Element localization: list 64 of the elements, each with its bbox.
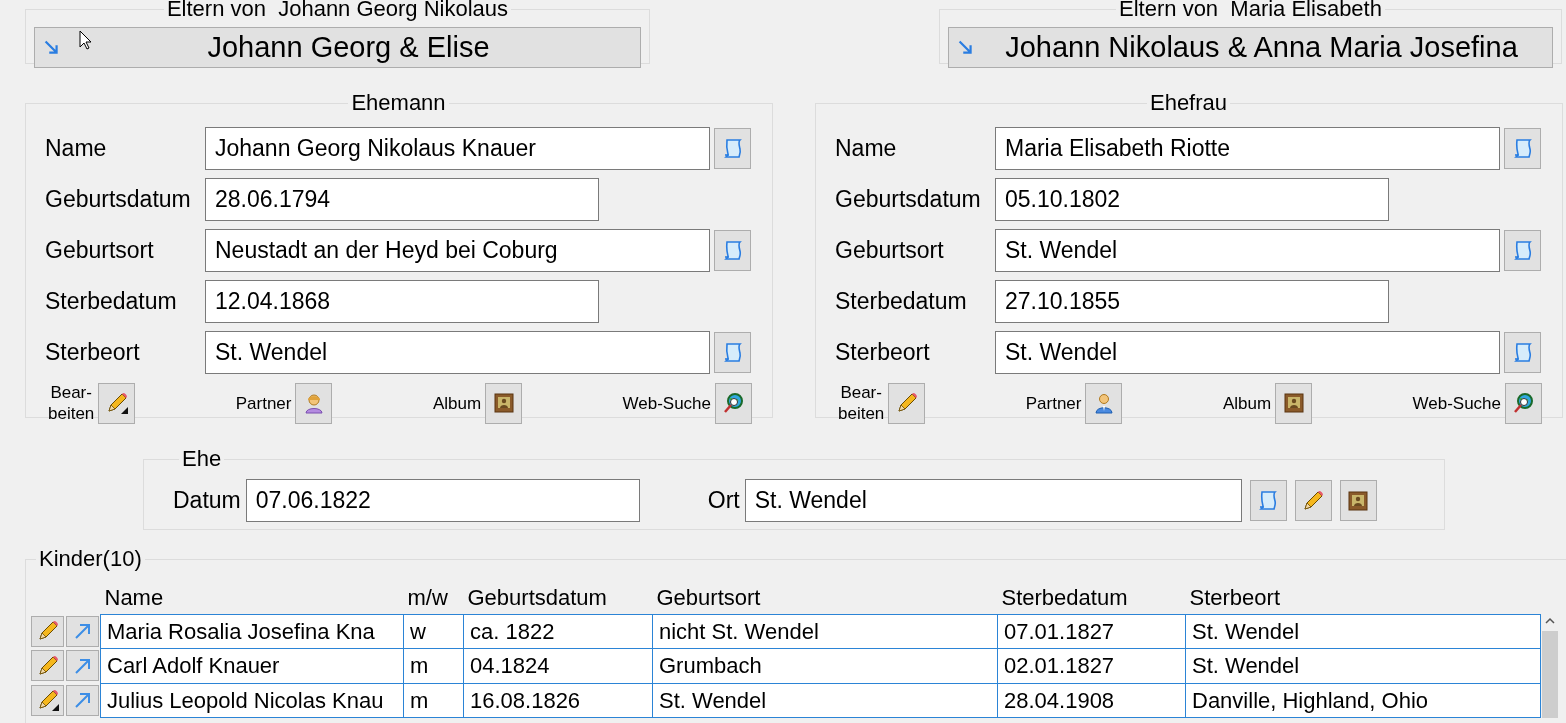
- action-label: Partner: [1025, 392, 1082, 414]
- group-title: Ehemann: [350, 92, 447, 114]
- action-label: Album: [1222, 392, 1272, 414]
- group-title: Ehefrau: [1148, 92, 1229, 114]
- column-header: Sterbedatum: [997, 570, 1186, 614]
- text-field[interactable]: St. Wendel: [995, 229, 1500, 272]
- text-field[interactable]: 12.04.1868: [205, 280, 599, 323]
- table-cell: 28.04.1908: [997, 683, 1186, 718]
- action-label: Album: [432, 392, 482, 414]
- group-title: Eltern von Johann Georg Nikolaus: [165, 0, 510, 20]
- field-label: Ort: [707, 486, 740, 516]
- column-header: Name: [100, 570, 404, 614]
- field-label: Geburtsort: [45, 236, 155, 266]
- field-label: Name: [835, 134, 898, 164]
- column-header: Sterbeort: [1185, 570, 1541, 614]
- table-cell: Carl Adolf Knauer: [100, 648, 404, 683]
- table-cell: Danville, Highland, Ohio: [1185, 683, 1541, 718]
- field-label: Geburtsdatum: [45, 185, 192, 215]
- table-cell: 02.01.1827: [997, 648, 1186, 683]
- text-field[interactable]: Maria Elisabeth Riotte: [995, 127, 1500, 170]
- table-cell: Maria Rosalia Josefina Kna: [100, 614, 404, 649]
- group-title: Ehe: [181, 448, 223, 470]
- group-title: Kinder(10): [38, 548, 143, 570]
- text-field[interactable]: 27.10.1855: [995, 280, 1389, 323]
- table-cell: St. Wendel: [652, 683, 998, 718]
- text-field[interactable]: St. Wendel: [205, 331, 710, 374]
- text-field[interactable]: 28.06.1794: [205, 178, 599, 221]
- table-cell: w: [403, 614, 464, 649]
- table-cell: nicht St. Wendel: [652, 614, 998, 649]
- column-header: Geburtsort: [652, 570, 998, 614]
- field-label: Sterbeort: [835, 338, 931, 368]
- group-title: Eltern von Maria Elisabeth: [1118, 0, 1383, 20]
- text-field[interactable]: 05.10.1802: [995, 178, 1389, 221]
- table-cell: m: [403, 648, 464, 683]
- table-cell: Grumbach: [652, 648, 998, 683]
- action-label: Bear- beiten: [838, 382, 885, 424]
- text-field[interactable]: St. Wendel: [744, 479, 1242, 522]
- table-cell: Julius Leopold Nicolas Knau: [100, 683, 404, 718]
- field-label: Name: [45, 134, 108, 164]
- table-cell: 16.08.1826: [463, 683, 653, 718]
- text-field[interactable]: Neustadt an der Heyd bei Coburg: [205, 229, 710, 272]
- parents-button[interactable]: Johann Nikolaus & Anna Maria Josefina: [948, 27, 1553, 68]
- action-label: Partner: [235, 392, 292, 414]
- table-cell: St. Wendel: [1185, 614, 1541, 649]
- parents-button[interactable]: Johann Georg & Elise: [34, 27, 641, 68]
- action-label: Web-Suche: [1412, 392, 1501, 414]
- column-header: Geburtsdatum: [463, 570, 653, 614]
- field-label: Sterbeort: [45, 338, 141, 368]
- action-label: Bear- beiten: [48, 382, 95, 424]
- table-cell: 04.1824: [463, 648, 653, 683]
- text-field[interactable]: St. Wendel: [995, 331, 1500, 374]
- field-label: Geburtsdatum: [835, 185, 982, 215]
- table-cell: m: [403, 683, 464, 718]
- text-field[interactable]: Johann Georg Nikolaus Knauer: [205, 127, 710, 170]
- action-label: Web-Suche: [622, 392, 711, 414]
- table-cell: 07.01.1827: [997, 614, 1186, 649]
- text-field[interactable]: 07.06.1822: [245, 479, 640, 522]
- field-label: Sterbedatum: [835, 287, 968, 317]
- field-label: Datum: [173, 486, 241, 516]
- table-cell: ca. 1822: [463, 614, 653, 649]
- field-label: Sterbedatum: [45, 287, 178, 317]
- field-label: Geburtsort: [835, 236, 945, 266]
- column-header: m/w: [403, 570, 464, 614]
- table-cell: St. Wendel: [1185, 648, 1541, 683]
